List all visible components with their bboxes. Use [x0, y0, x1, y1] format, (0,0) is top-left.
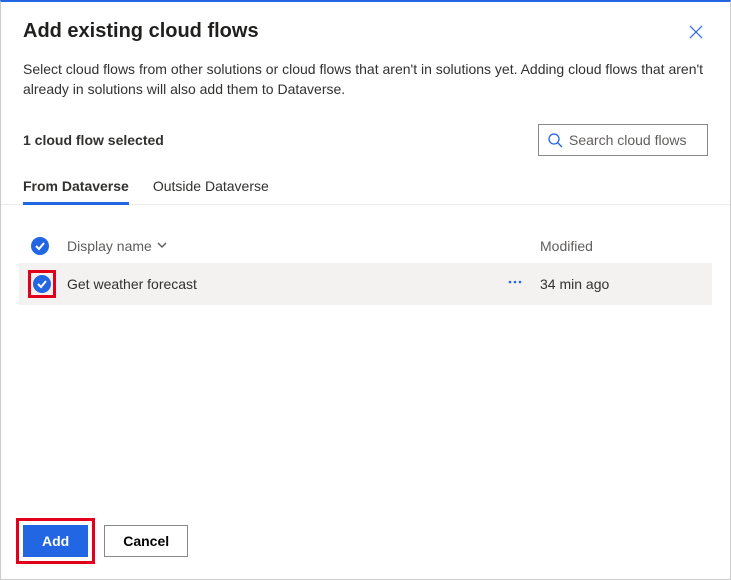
row-more-button[interactable]	[507, 274, 523, 293]
tab-bar: From Dataverse Outside Dataverse	[1, 170, 730, 205]
close-button[interactable]	[684, 20, 708, 47]
chevron-down-icon	[156, 238, 168, 254]
search-input[interactable]	[569, 132, 699, 148]
tab-outside-dataverse[interactable]: Outside Dataverse	[153, 170, 269, 204]
row-modified: 34 min ago	[536, 276, 706, 292]
dialog-subtitle: Select cloud flows from other solutions …	[23, 59, 708, 100]
search-box[interactable]	[538, 124, 708, 156]
tab-from-dataverse[interactable]: From Dataverse	[23, 170, 129, 204]
table-row[interactable]: Get weather forecast 34 min ago	[19, 263, 712, 305]
dialog-title: Add existing cloud flows	[23, 20, 259, 43]
grid-header: Display name Modified	[19, 229, 712, 263]
selection-count: 1 cloud flow selected	[23, 132, 164, 148]
select-all-checkbox[interactable]	[31, 237, 49, 255]
close-icon	[688, 24, 704, 40]
search-icon	[547, 132, 563, 148]
add-button[interactable]: Add	[23, 525, 88, 557]
more-icon	[507, 274, 523, 290]
cancel-button[interactable]: Cancel	[104, 525, 188, 557]
check-icon	[37, 279, 47, 289]
check-icon	[35, 241, 45, 251]
column-header-name[interactable]: Display name	[67, 238, 494, 254]
column-header-name-label: Display name	[67, 238, 152, 254]
row-checkbox[interactable]	[33, 275, 51, 293]
row-display-name: Get weather forecast	[67, 276, 494, 292]
column-header-modified[interactable]: Modified	[536, 238, 706, 254]
